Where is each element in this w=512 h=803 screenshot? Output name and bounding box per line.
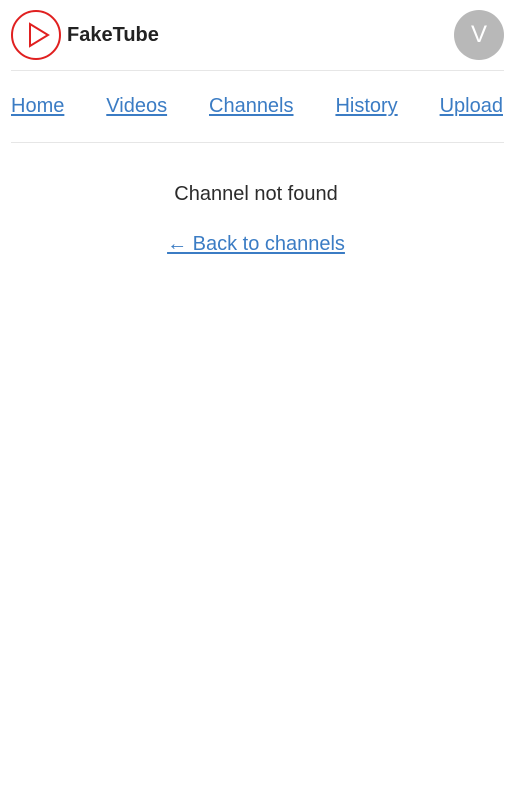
not-found-message: Channel not found bbox=[174, 183, 338, 205]
nav-link-history[interactable]: History bbox=[335, 95, 397, 118]
avatar-initial: V bbox=[470, 21, 487, 48]
back-to-channels-link[interactable]: ← Back to channels bbox=[167, 230, 345, 258]
brand-name: FakeTube bbox=[67, 23, 159, 46]
nav-link-videos[interactable]: Videos bbox=[106, 95, 167, 118]
main-content: Channel not found ← Back to channels bbox=[0, 180, 512, 258]
nav-link-channels[interactable]: Channels bbox=[209, 95, 294, 118]
page: FakeTube V Home Videos Channels History … bbox=[0, 0, 512, 803]
nav-link-home[interactable]: Home bbox=[11, 95, 64, 118]
main-nav: Home Videos Channels History Upload bbox=[11, 92, 503, 120]
brand-link[interactable]: FakeTube bbox=[11, 10, 159, 60]
header: FakeTube V bbox=[11, 10, 504, 60]
nav-divider bbox=[11, 142, 504, 143]
avatar[interactable]: V bbox=[454, 10, 504, 60]
nav-link-upload[interactable]: Upload bbox=[440, 95, 503, 118]
play-circle-icon bbox=[11, 10, 61, 60]
header-divider bbox=[11, 70, 504, 71]
